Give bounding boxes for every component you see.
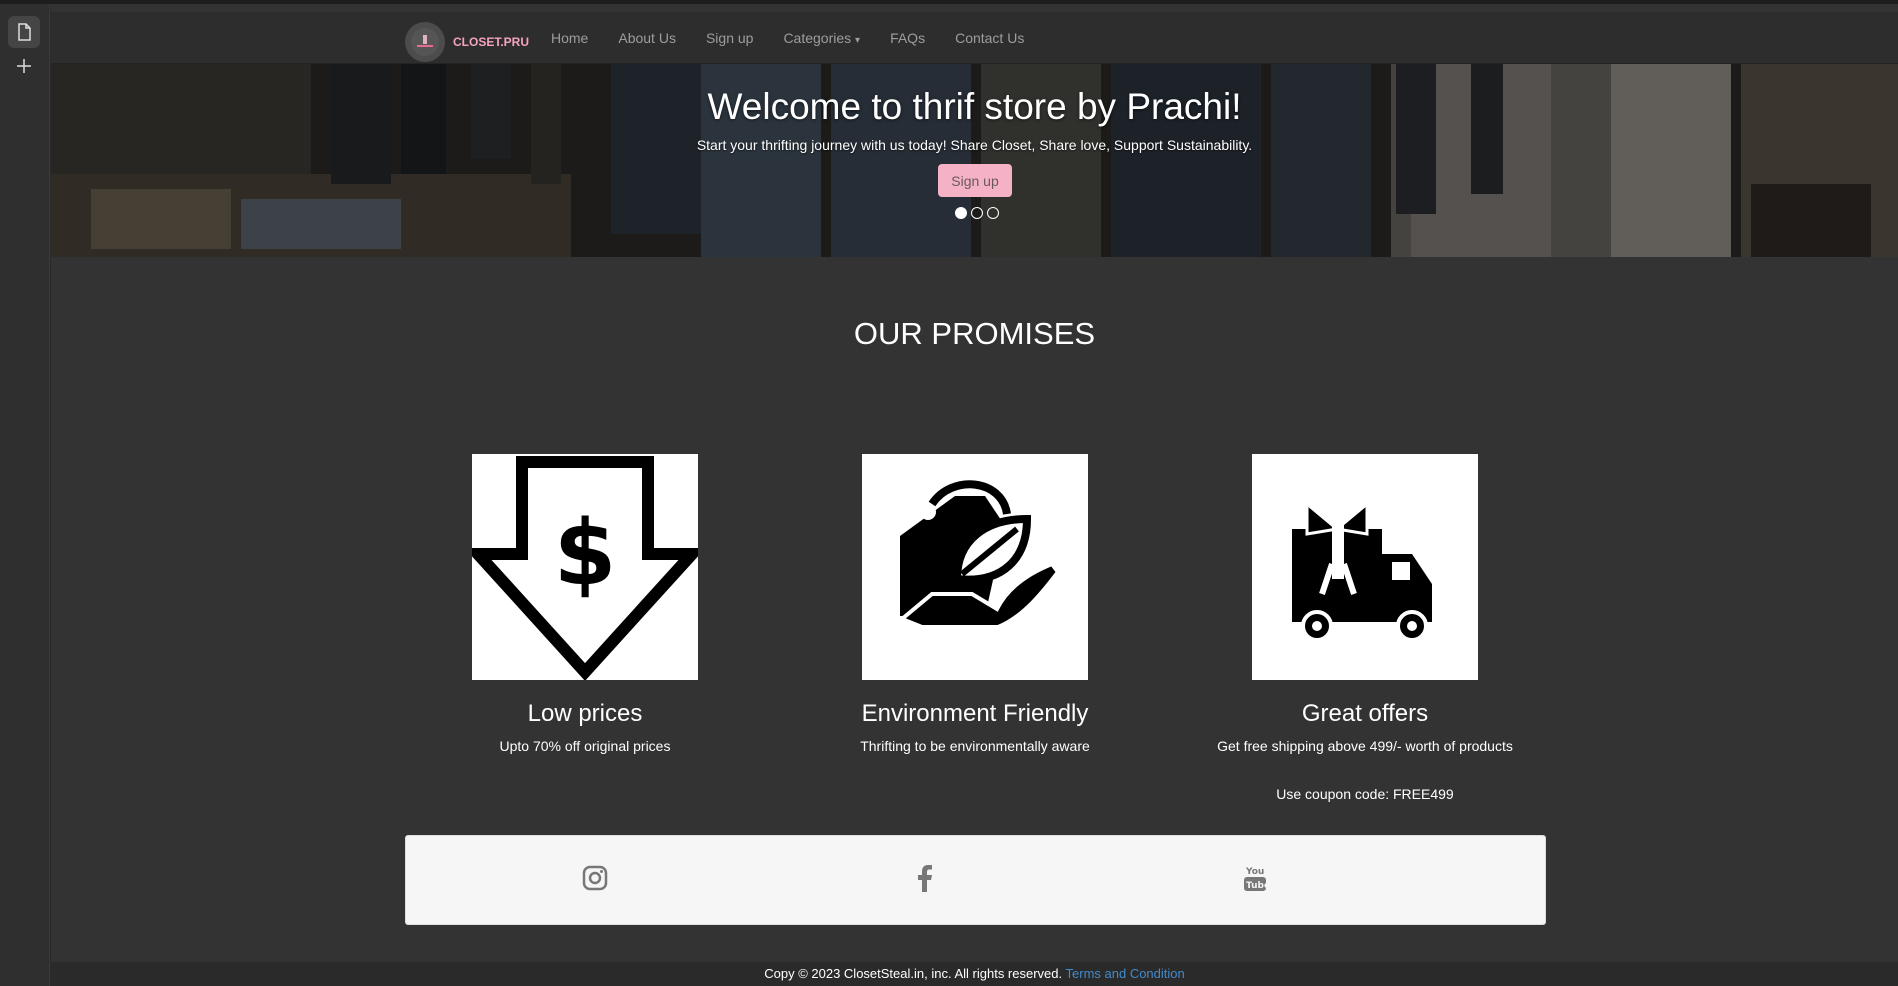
price-down-arrow-icon: $: [472, 454, 698, 680]
nav-home[interactable]: Home: [551, 30, 588, 46]
promise-card-low-prices: $ Low prices Upto 70% off original price…: [435, 454, 735, 754]
copyright-text: Copy © 2023 ClosetSteal.in, inc. All rig…: [764, 966, 1063, 981]
hero-signup-button[interactable]: Sign up: [938, 164, 1012, 197]
nav-contact-us[interactable]: Contact Us: [955, 30, 1024, 46]
nav-categories-label: Categories: [783, 30, 852, 46]
promise-title: Environment Friendly: [861, 700, 1089, 727]
hero-title: Welcome to thrif store by Prachi!: [707, 86, 1242, 127]
add-tab-icon[interactable]: [8, 50, 40, 82]
promise-title: Low prices: [527, 700, 643, 727]
promise-title: Great offers: [1301, 700, 1429, 727]
svg-text:Tube: Tube: [1246, 881, 1267, 891]
carousel-indicator-3[interactable]: [987, 207, 999, 219]
gift-truck-icon: [1252, 454, 1478, 680]
nav-sign-up[interactable]: Sign up: [706, 30, 753, 46]
coupon-code-text: Use coupon code: FREE499: [1276, 786, 1454, 802]
instagram-icon[interactable]: [577, 860, 613, 896]
facebook-icon[interactable]: [907, 860, 943, 896]
eco-tag-leaf-icon: [862, 454, 1088, 680]
brand[interactable]: CLOSET.PRU: [405, 22, 529, 62]
nav-about-us[interactable]: About Us: [618, 30, 676, 46]
carousel-indicators: [955, 207, 1003, 219]
nav-categories-dropdown[interactable]: Categories ▾: [783, 30, 860, 46]
carousel-indicator-2[interactable]: [971, 207, 983, 219]
promise-card-great-offers: Great offers Get free shipping above 499…: [1215, 454, 1515, 802]
brand-logo: [405, 22, 445, 62]
promise-card-environment: Environment Friendly Thrifting to be env…: [825, 454, 1125, 754]
page-icon[interactable]: [8, 16, 40, 48]
terms-link[interactable]: Terms and Condition: [1066, 966, 1185, 981]
top-navbar: CLOSET.PRU Home About Us Sign up Categor…: [51, 12, 1898, 64]
social-links-bar: You Tube: [405, 835, 1546, 925]
caret-down-icon: ▾: [855, 35, 861, 46]
nav-links: Home About Us Sign up Categories ▾ FAQs …: [551, 12, 1054, 64]
promise-desc: Thrifting to be environmentally aware: [860, 738, 1090, 754]
hero-carousel: Welcome to thrif store by Prachi! Start …: [51, 64, 1898, 257]
svg-text:$: $: [554, 501, 617, 606]
promises-heading: OUR PROMISES: [853, 316, 1096, 351]
browser-side-panel: [0, 4, 50, 986]
brand-name: CLOSET.PRU: [453, 35, 530, 49]
carousel-indicator-1[interactable]: [955, 207, 967, 219]
svg-text:You: You: [1245, 867, 1264, 877]
promise-desc: Get free shipping above 499/- worth of p…: [1217, 738, 1513, 754]
footer: Copy © 2023 ClosetSteal.in, inc. All rig…: [51, 962, 1898, 986]
youtube-icon[interactable]: You Tube: [1237, 860, 1273, 896]
promise-desc: Upto 70% off original prices: [499, 738, 671, 754]
web-page: CLOSET.PRU Home About Us Sign up Categor…: [51, 4, 1898, 986]
nav-faqs[interactable]: FAQs: [890, 30, 925, 46]
hero-subtitle: Start your thrifting journey with us tod…: [696, 137, 1253, 153]
